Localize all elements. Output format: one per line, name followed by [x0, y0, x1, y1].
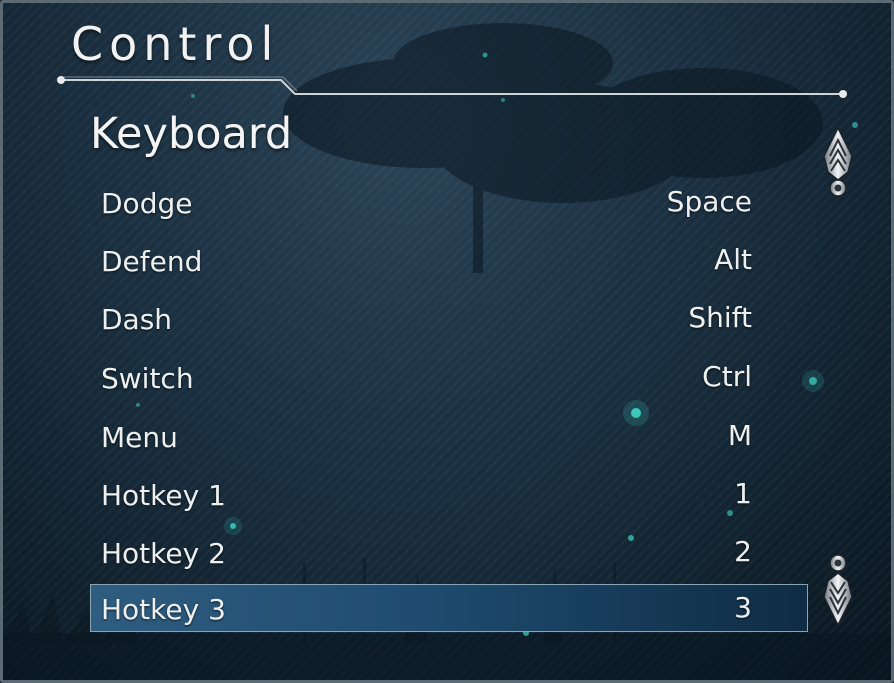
control-settings-panel: Control Keyboard Dodge Space Defend Alt …	[0, 0, 894, 683]
binding-row-switch[interactable]: Switch Ctrl	[90, 353, 808, 401]
binding-key-value[interactable]: Alt	[714, 243, 752, 276]
binding-row-hotkey-2[interactable]: Hotkey 2 2	[90, 528, 808, 576]
section-title-keyboard: Keyboard	[90, 109, 293, 159]
binding-action-label: Hotkey 2	[101, 537, 226, 570]
binding-key-value[interactable]: Space	[667, 185, 752, 218]
binding-action-label: Defend	[101, 245, 203, 278]
binding-row-hotkey-3[interactable]: Hotkey 3 3	[90, 584, 808, 632]
binding-key-value[interactable]: 3	[734, 591, 752, 624]
binding-row-defend[interactable]: Defend Alt	[90, 236, 808, 284]
binding-row-hotkey-1[interactable]: Hotkey 1 1	[90, 470, 808, 518]
binding-key-value[interactable]: Ctrl	[702, 360, 752, 393]
binding-action-label: Hotkey 1	[101, 479, 226, 512]
binding-row-menu[interactable]: Menu M	[90, 412, 808, 460]
binding-key-value[interactable]: Shift	[688, 301, 752, 334]
binding-action-label: Menu	[101, 421, 178, 454]
scroll-down-icon[interactable]	[818, 551, 858, 627]
binding-row-dash[interactable]: Dash Shift	[90, 294, 808, 342]
binding-key-value[interactable]: 2	[734, 535, 752, 568]
scroll-up-icon[interactable]	[818, 126, 858, 200]
binding-action-label: Switch	[101, 362, 194, 395]
binding-row-dodge[interactable]: Dodge Space	[90, 178, 808, 226]
binding-action-label: Dash	[101, 303, 173, 336]
binding-key-value[interactable]: 1	[734, 477, 752, 510]
binding-key-value[interactable]: M	[728, 419, 752, 452]
binding-action-label: Hotkey 3	[101, 593, 226, 626]
page-title: Control	[71, 17, 280, 71]
binding-action-label: Dodge	[101, 187, 193, 220]
